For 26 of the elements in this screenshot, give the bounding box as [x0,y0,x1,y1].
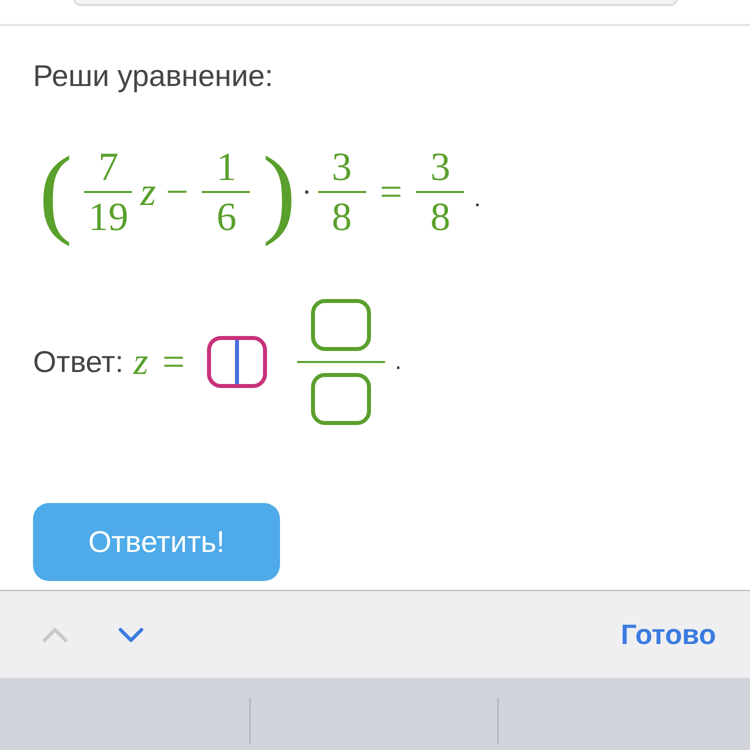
numerator: 3 [332,145,352,189]
answer-field[interactable] [310,299,371,351]
denominator: 8 [332,195,352,239]
numerator: 3 [430,145,450,189]
operator: = [162,338,185,386]
parenthesis: ( [38,135,74,249]
operator: = [380,168,402,216]
answer-label: Ответ: [33,344,124,380]
variable: z [133,340,148,384]
numerator: 1 [216,145,236,189]
submit-button[interactable]: Ответить! [33,503,280,581]
text-cursor [234,340,239,384]
multiply-dot: · [302,174,312,210]
answer-field[interactable] [310,373,371,425]
denominator: 6 [216,195,236,239]
done-button[interactable]: Готово [620,614,716,656]
operator: − [166,168,188,216]
task-prompt: Реши уравнение: [33,59,274,95]
numerator: 7 [98,145,118,189]
period: . [394,347,402,377]
denominator: 8 [430,195,450,239]
denominator: 19 [88,195,128,239]
variable: z [140,168,156,216]
answer-field[interactable] [206,336,267,388]
period: . [474,185,480,214]
parenthesis: ) [261,135,297,249]
